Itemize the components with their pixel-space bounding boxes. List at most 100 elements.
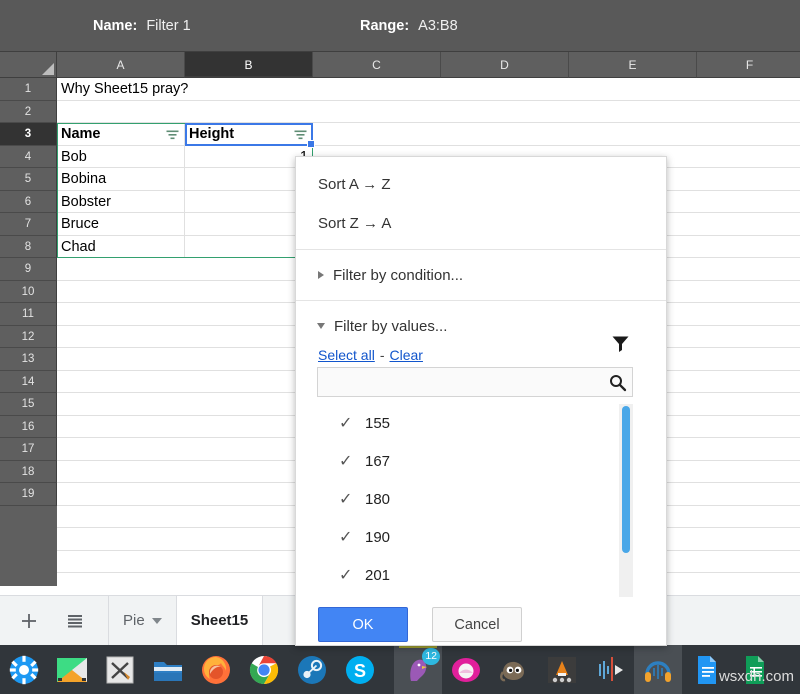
menu-item-sort-a-z-label: Sort A → Z <box>318 176 391 193</box>
value-list-scrollbar[interactable] <box>619 404 633 597</box>
taskbar-item-calc[interactable] <box>96 645 144 694</box>
column-header-f[interactable]: F <box>697 52 800 78</box>
cell-A8[interactable]: Chad <box>57 236 185 259</box>
messenger-unread-badge: 12 <box>422 648 440 665</box>
menu-item-filter-by-condition-label: Filter by condition... <box>333 267 463 284</box>
menu-item-sort-z-a[interactable]: Sort Z → A <box>296 204 666 243</box>
sheet-tab-pie-label: Pie <box>123 612 145 629</box>
filter-value-item[interactable]: ✓ 167 <box>317 442 633 480</box>
row-header-18[interactable]: 18 <box>0 461 57 484</box>
column-header-d[interactable]: D <box>441 52 569 78</box>
check-icon: ✓ <box>339 413 353 433</box>
taskbar-item-audio-editor[interactable] <box>586 645 634 694</box>
taskbar-item-firefox[interactable] <box>192 645 240 694</box>
row-header-15[interactable]: 15 <box>0 393 57 416</box>
row-header-9[interactable]: 9 <box>0 258 57 281</box>
filter-value-label: 201 <box>365 567 390 584</box>
menu-item-sort-z-a-label: Sort Z → A <box>318 215 391 232</box>
all-sheets-menu-button[interactable] <box>58 604 92 638</box>
row-header-4[interactable]: 4 <box>0 146 57 169</box>
filter-button-column-b[interactable] <box>292 126 309 143</box>
filter-name-field: Name: Filter 1 <box>93 0 191 52</box>
row-header-13[interactable]: 13 <box>0 348 57 371</box>
column-headers: ABCDEF <box>0 52 800 78</box>
row-header-14[interactable]: 14 <box>0 371 57 394</box>
cell-A5[interactable]: Bobina <box>57 168 185 191</box>
taskbar-item-messenger[interactable]: 12 <box>394 645 442 694</box>
search-icon[interactable] <box>602 373 632 392</box>
column-header-b[interactable]: B <box>185 52 313 78</box>
taskbar-item-play-store[interactable] <box>48 645 96 694</box>
column-header-e[interactable]: E <box>569 52 697 78</box>
column-header-a[interactable]: A <box>57 52 185 78</box>
menu-separator <box>296 300 666 301</box>
row-header-19[interactable]: 19 <box>0 483 57 506</box>
svg-text:S: S <box>354 661 366 681</box>
taskbar-item-chrome[interactable] <box>240 645 288 694</box>
filter-value-list[interactable]: ✓ 155 ✓ 167 ✓ 180 ✓ 190 ✓ 201 <box>317 404 633 597</box>
row-header-8[interactable]: 8 <box>0 236 57 259</box>
row-header-6[interactable]: 6 <box>0 191 57 214</box>
taskbar-item-steam[interactable] <box>288 645 336 694</box>
menu-item-filter-by-values-label: Filter by values... <box>334 318 447 335</box>
select-all-corner[interactable] <box>0 52 57 78</box>
cell-A6[interactable]: Bobster <box>57 191 185 214</box>
filter-name-value: Filter 1 <box>146 18 190 34</box>
filter-range-value: A3:B8 <box>418 18 458 34</box>
filter-search-input[interactable] <box>318 368 602 396</box>
cell-B4[interactable]: 1 <box>185 146 313 169</box>
cell-B6[interactable]: 1 <box>185 191 313 214</box>
cancel-button[interactable]: Cancel <box>432 607 522 642</box>
value-list-scrollbar-thumb[interactable] <box>622 406 630 553</box>
check-icon: ✓ <box>339 489 353 509</box>
filter-value-item[interactable]: ✓ 201 <box>317 556 633 594</box>
row-header-3[interactable]: 3 <box>0 123 57 146</box>
taskbar-item-file-manager[interactable] <box>144 645 192 694</box>
sheet-tab-sheet15[interactable]: Sheet15 <box>177 596 264 646</box>
cell-A7[interactable]: Bruce <box>57 213 185 236</box>
cell-A4[interactable]: Bob <box>57 146 185 169</box>
row-headers: 12345678910111213141516171819 <box>0 78 57 586</box>
row-header-11[interactable]: 11 <box>0 303 57 326</box>
filter-dropdown-menu: Sort A → Z Sort Z → A Filter by conditio… <box>295 156 667 646</box>
row-header-1[interactable]: 1 <box>0 78 57 101</box>
row-header-16[interactable]: 16 <box>0 416 57 439</box>
row-header-7[interactable]: 7 <box>0 213 57 236</box>
filter-value-item[interactable]: ✓ 155 <box>317 404 633 442</box>
row-header-5[interactable]: 5 <box>0 168 57 191</box>
chevron-down-icon[interactable] <box>152 618 162 624</box>
filter-range-field: Range: A3:B8 <box>360 0 458 52</box>
filter-value-item[interactable]: ✓ 180 <box>317 480 633 518</box>
filter-value-item[interactable]: ✓ 190 <box>317 518 633 556</box>
row-header-17[interactable]: 17 <box>0 438 57 461</box>
taskbar-item-gimp[interactable] <box>490 645 538 694</box>
filter-funnel-icon[interactable] <box>610 333 631 359</box>
cell-B5[interactable]: 1 <box>185 168 313 191</box>
select-clear-separator: - <box>380 347 385 363</box>
row-header-12[interactable]: 12 <box>0 326 57 349</box>
select-all-link[interactable]: Select all <box>318 347 375 363</box>
column-header-c[interactable]: C <box>313 52 441 78</box>
row-header-10[interactable]: 10 <box>0 281 57 304</box>
taskbar-item-kde-launcher[interactable] <box>0 645 48 694</box>
cell-B8[interactable]: 1 <box>185 236 313 259</box>
taskbar: S 12 <box>0 645 800 694</box>
check-icon: ✓ <box>339 527 353 547</box>
cell-B7[interactable]: 2 <box>185 213 313 236</box>
taskbar-item-skype[interactable]: S <box>336 645 384 694</box>
menu-item-filter-by-condition[interactable]: Filter by condition... <box>296 256 666 294</box>
add-sheet-button[interactable] <box>12 604 46 638</box>
sheet-tab-pie[interactable]: Pie <box>108 596 177 646</box>
ok-button[interactable]: OK <box>318 607 408 642</box>
cell-A1[interactable]: Why Sheet15 pray? <box>57 78 313 101</box>
menu-item-sort-a-z[interactable]: Sort A → Z <box>296 165 666 204</box>
taskbar-item-media-player[interactable] <box>442 645 490 694</box>
clear-link[interactable]: Clear <box>389 347 422 363</box>
triangle-down-icon <box>317 323 325 329</box>
check-icon: ✓ <box>339 451 353 471</box>
taskbar-item-vlc[interactable] <box>538 645 586 694</box>
taskbar-item-audacity[interactable] <box>634 645 682 694</box>
filter-search-box[interactable] <box>317 367 633 397</box>
row-header-2[interactable]: 2 <box>0 101 57 124</box>
filter-button-column-a[interactable] <box>164 126 181 143</box>
